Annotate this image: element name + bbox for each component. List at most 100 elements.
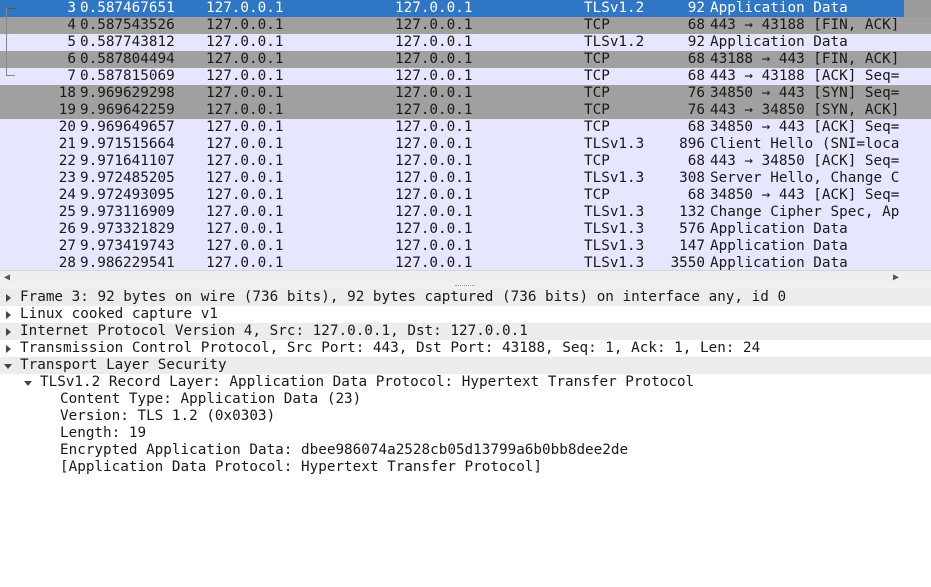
minimap-stripe <box>904 204 931 221</box>
packet-destination: 127.0.0.1 <box>395 0 473 16</box>
packet-protocol: TCP <box>584 187 610 203</box>
minimap-stripe <box>904 170 931 187</box>
packet-protocol: TCP <box>584 119 610 135</box>
detail-tree-item[interactable]: TLSv1.2 Record Layer: Application Data P… <box>0 374 931 391</box>
packet-row[interactable]: 19 9.969642259 127.0.0.1 127.0.0.1 TCP 76 443 … <box>0 102 904 119</box>
packet-row[interactable]: 21 9.971515664 127.0.0.1 127.0.0.1 TLSv1.3 89… <box>0 136 904 153</box>
packet-info: Change Cipher Spec, Ap <box>710 204 900 220</box>
detail-item-label: Encrypted Application Data: dbee986074a2… <box>60 442 629 458</box>
detail-tree-item[interactable]: Transmission Control Protocol, Src Port:… <box>0 340 931 357</box>
packet-number: 18 <box>58 85 76 101</box>
detail-item-label: Internet Protocol Version 4, Src: 127.0.… <box>20 323 528 339</box>
expand-triangle-icon[interactable] <box>4 323 14 340</box>
minimap-stripe <box>904 0 931 17</box>
packet-row[interactable]: 4 0.587543526 127.0.0.1 127.0.0.1 TCP 68 443 →… <box>0 17 904 34</box>
packet-source: 127.0.0.1 <box>206 136 284 152</box>
packet-number: 26 <box>58 221 76 237</box>
packet-details-pane[interactable]: Frame 3: 92 bytes on wire (736 bits), 92… <box>0 289 931 587</box>
packet-source: 127.0.0.1 <box>206 68 284 84</box>
detail-tree-item[interactable]: Version: TLS 1.2 (0x0303) <box>0 408 931 425</box>
packet-info: 443 → 34850 [ACK] Seq= <box>710 153 900 169</box>
packet-minimap[interactable] <box>904 0 931 272</box>
scroll-left-icon[interactable]: ◀ <box>0 271 14 285</box>
collapse-triangle-icon[interactable] <box>24 374 34 391</box>
packet-time: 0.587543526 <box>80 17 175 33</box>
packet-info: Application Data <box>710 238 848 254</box>
packet-row[interactable]: 18 9.969629298 127.0.0.1 127.0.0.1 TCP 76 3485… <box>0 85 904 102</box>
minimap-stripe <box>904 153 931 170</box>
expand-triangle-icon[interactable] <box>4 306 14 323</box>
scroll-right-icon[interactable]: ▶ <box>889 271 903 285</box>
packet-time: 9.973116909 <box>80 204 175 220</box>
packet-destination: 127.0.0.1 <box>395 204 473 220</box>
packet-destination: 127.0.0.1 <box>395 221 473 237</box>
detail-tree-item[interactable]: [Application Data Protocol: Hypertext Tr… <box>0 459 931 476</box>
packet-number: 28 <box>58 255 76 270</box>
detail-item-label: [Application Data Protocol: Hypertext Tr… <box>60 459 543 475</box>
packet-info: Server Hello, Change C <box>710 170 900 186</box>
detail-tree-item[interactable]: Linux cooked capture v1 <box>0 306 931 323</box>
packet-row[interactable]: 27 9.973419743 127.0.0.1 127.0.0.1 TLSv1.3 14… <box>0 238 904 255</box>
detail-tree-item[interactable]: Encrypted Application Data: dbee986074a2… <box>0 442 931 459</box>
packet-list[interactable]: 3 0.587467651 127.0.0.1 127.0.0.1 TLSv1.2 92 A… <box>0 0 904 270</box>
detail-tree-item[interactable]: Frame 3: 92 bytes on wire (736 bits), 92… <box>0 289 931 306</box>
horizontal-scrollbar[interactable]: ◀ ▶ <box>0 270 931 285</box>
packet-length: 896 <box>679 136 705 152</box>
packet-row[interactable]: 6 0.587804494 127.0.0.1 127.0.0.1 TCP 68 43188… <box>0 51 904 68</box>
packet-source: 127.0.0.1 <box>206 187 284 203</box>
packet-protocol: TCP <box>584 68 610 84</box>
detail-tree-item[interactable]: Transport Layer Security <box>0 357 931 374</box>
packet-source: 127.0.0.1 <box>206 0 284 16</box>
packet-protocol: TLSv1.3 <box>584 136 645 152</box>
packet-row[interactable]: 25 9.973116909 127.0.0.1 127.0.0.1 TLSv1.3 13… <box>0 204 904 221</box>
packet-row[interactable]: 7 0.587815069 127.0.0.1 127.0.0.1 TCP 68 443 →… <box>0 68 904 85</box>
packet-time: 9.986229541 <box>80 255 175 270</box>
packet-row[interactable]: 5 0.587743812 127.0.0.1 127.0.0.1 TLSv1.2 92 A… <box>0 34 904 51</box>
packet-number: 23 <box>58 170 76 186</box>
packet-info: 443 → 43188 [FIN, ACK] <box>710 17 900 33</box>
packet-time: 9.973321829 <box>80 221 175 237</box>
packet-length: 147 <box>679 238 705 254</box>
detail-item-label: Version: TLS 1.2 (0x0303) <box>60 408 276 424</box>
packet-length: 68 <box>687 187 705 203</box>
packet-row[interactable]: 20 9.969649657 127.0.0.1 127.0.0.1 TCP 68 3485… <box>0 119 904 136</box>
packet-number: 21 <box>58 136 76 152</box>
packet-row[interactable]: 24 9.972493095 127.0.0.1 127.0.0.1 TCP 68 3485… <box>0 187 904 204</box>
expand-triangle-icon[interactable] <box>4 289 14 306</box>
packet-number: 25 <box>58 204 76 220</box>
packet-row[interactable]: 26 9.973321829 127.0.0.1 127.0.0.1 TLSv1.3 57… <box>0 221 904 238</box>
packet-row[interactable]: 22 9.971641107 127.0.0.1 127.0.0.1 TCP 68 443 … <box>0 153 904 170</box>
packet-protocol: TCP <box>584 102 610 118</box>
packet-length: 76 <box>687 102 705 118</box>
packet-info: 43188 → 443 [FIN, ACK] <box>710 51 900 67</box>
minimap-stripe <box>904 187 931 204</box>
packet-row[interactable]: 3 0.587467651 127.0.0.1 127.0.0.1 TLSv1.2 92 A… <box>0 0 904 17</box>
packet-length: 3550 <box>670 255 705 270</box>
packet-source: 127.0.0.1 <box>206 119 284 135</box>
packet-protocol: TLSv1.2 <box>584 34 645 50</box>
packet-source: 127.0.0.1 <box>206 17 284 33</box>
collapse-triangle-icon[interactable] <box>4 357 14 374</box>
packet-destination: 127.0.0.1 <box>395 85 473 101</box>
packet-source: 127.0.0.1 <box>206 153 284 169</box>
packet-row[interactable]: 23 9.972485205 127.0.0.1 127.0.0.1 TLSv1.3 30… <box>0 170 904 187</box>
detail-tree-item[interactable]: Length: 19 <box>0 425 931 442</box>
packet-destination: 127.0.0.1 <box>395 68 473 84</box>
packet-source: 127.0.0.1 <box>206 238 284 254</box>
detail-tree-item[interactable]: Content Type: Application Data (23) <box>0 391 931 408</box>
packet-destination: 127.0.0.1 <box>395 119 473 135</box>
packet-source: 127.0.0.1 <box>206 34 284 50</box>
expand-triangle-icon[interactable] <box>4 340 14 357</box>
packet-source: 127.0.0.1 <box>206 170 284 186</box>
detail-tree-item[interactable]: Internet Protocol Version 4, Src: 127.0.… <box>0 323 931 340</box>
packet-row[interactable]: 28 9.986229541 127.0.0.1 127.0.0.1 TLSv1.3 35… <box>0 255 904 270</box>
packet-destination: 127.0.0.1 <box>395 102 473 118</box>
packet-info: 34850 → 443 [ACK] Seq= <box>710 119 900 135</box>
packet-protocol: TLSv1.3 <box>584 255 645 270</box>
packet-time: 0.587815069 <box>80 68 175 84</box>
splitter-grip-icon[interactable] <box>455 285 475 288</box>
packet-info: 34850 → 443 [ACK] Seq= <box>710 187 900 203</box>
minimap-stripe <box>904 17 931 34</box>
packet-source: 127.0.0.1 <box>206 255 284 270</box>
packet-number: 19 <box>58 102 76 118</box>
